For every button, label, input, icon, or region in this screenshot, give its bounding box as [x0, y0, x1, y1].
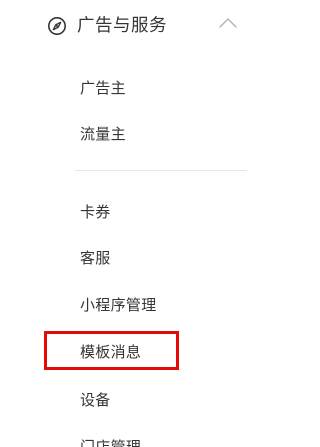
- menu-item-label: 模板消息: [80, 343, 142, 361]
- menu-item-advertiser[interactable]: 广告主: [0, 68, 257, 108]
- compass-icon: [48, 17, 66, 35]
- menu-item-label: 卡券: [80, 203, 111, 221]
- menu-item-label: 门店管理: [80, 438, 142, 447]
- menu-item-customer-service[interactable]: 客服: [0, 238, 257, 278]
- menu-item-label: 小程序管理: [80, 296, 157, 314]
- menu-item-publisher[interactable]: 流量主: [0, 114, 257, 154]
- menu-item-mini-program[interactable]: 小程序管理: [0, 285, 257, 325]
- chevron-up-icon[interactable]: [219, 17, 237, 29]
- menu-item-label: 客服: [80, 249, 111, 267]
- menu-item-template-message[interactable]: 模板消息: [0, 332, 257, 372]
- menu-item-store-management[interactable]: 门店管理: [0, 427, 257, 447]
- menu-item-label: 广告主: [80, 79, 126, 97]
- section-header-ads-services[interactable]: 广告与服务: [0, 0, 257, 54]
- menu-divider: [75, 170, 247, 171]
- sidebar-menu: 广告与服务 广告主 流量主 卡券 客服 小程序管理 模板消息 设备 门店管理: [0, 0, 257, 447]
- menu-item-cards[interactable]: 卡券: [0, 192, 257, 232]
- menu-item-devices[interactable]: 设备: [0, 380, 257, 420]
- menu-item-label: 流量主: [80, 125, 126, 143]
- section-title: 广告与服务: [77, 16, 167, 36]
- menu-item-label: 设备: [80, 391, 111, 409]
